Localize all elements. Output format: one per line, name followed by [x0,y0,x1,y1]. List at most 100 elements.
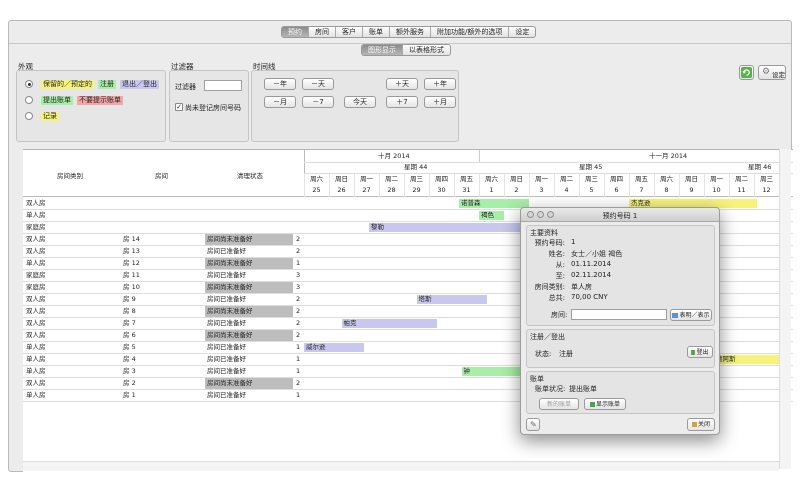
dialog-titlebar[interactable]: 预约号码 1 [521,208,719,222]
day-divider [604,174,605,197]
row-cleaning-status: 房间尚未准备好 [205,258,293,269]
booking-bar[interactable]: 塔斯 [416,295,487,304]
booking-bar[interactable]: 黎勒 [369,223,529,232]
tab-0[interactable]: 预约 [282,27,309,37]
gear-icon: ⚙ [762,67,771,77]
timeline-btn-r2-0[interactable]: －月 [264,96,296,108]
show-room-button[interactable]: 表明／表示 [670,309,712,321]
row-capacity: 2 [296,319,301,327]
weekday-label: 周日 [510,175,523,183]
show-bill-button[interactable]: 显示账单 [584,398,626,410]
weekday-label: 周三 [760,175,773,183]
row-room: 房 2 [123,379,136,387]
vertical-scrollbar[interactable] [779,149,791,469]
timeline-btn-r1-0[interactable]: －年 [264,78,296,90]
dialog-field-label: 至: [555,272,565,280]
tab-1[interactable]: 房间 [309,27,336,37]
booking-bar[interactable]: 德阿斯 [714,355,779,364]
settings-button[interactable]: ⚙ 设定 [758,65,786,80]
weekday-label: 周四 [435,175,448,183]
appearance-radio-1[interactable] [25,96,33,104]
row-room: 房 3 [123,367,136,375]
room-field-input[interactable] [571,309,667,320]
door-close-icon [691,421,697,427]
row-cleaning-status: 房间已准备好 [207,319,246,327]
weekday-label: 周六 [310,175,323,183]
date-label: 28 [387,186,396,194]
day-divider [404,174,405,197]
weekday-label: 周五 [460,175,473,183]
refresh-icon [741,67,752,78]
row-room-type: 单人房 [26,355,46,363]
weekday-label: 周四 [610,175,623,183]
day-divider [654,174,655,197]
date-label: 11 [737,186,746,194]
new-bill-button[interactable]: 新的账单 [539,398,579,410]
appearance-tag-0-1: 注册 [98,80,116,89]
tab-3[interactable]: 账单 [363,27,390,37]
row-room-type: 家庭房 [26,223,46,231]
show-bill-label: 显示账单 [595,401,620,408]
date-label: 27 [362,186,371,194]
view-option-0[interactable]: 图形显示 [362,45,403,55]
date-label: 5 [589,186,594,194]
row-room: 房 7 [123,319,136,327]
edit-button[interactable]: ✎ [526,418,540,431]
timeline-btn-r2-3[interactable]: ＋7 [386,96,418,108]
date-label: 6 [614,186,619,194]
row-room-type: 双人房 [26,319,46,327]
row-cleaning-status: 房间尚未准备好 [205,306,293,317]
timeline-btn-r2-4[interactable]: ＋月 [424,96,456,108]
tab-6[interactable]: 设定 [509,27,535,37]
weekday-label: 周日 [335,175,348,183]
dialog-field-value: 01.11.2014 [571,260,612,268]
bill-section: 账单 账单状况: 提出账单 新的账单 显示账单 [526,371,715,414]
day-divider [729,174,730,197]
booking-bar[interactable]: 帕克 [341,319,437,328]
timeline-btn-r1-2[interactable]: ＋天 [386,78,418,90]
booking-bar[interactable]: 威尔逊 [304,343,364,352]
row-room: 房 9 [123,295,136,303]
month-label-1: 十一月 2014 [649,152,688,160]
tab-2[interactable]: 客户 [336,27,363,37]
week-label-0: 星期 44 [404,163,428,171]
header-room: 房间 [155,172,168,180]
row-room: 房 1 [123,391,136,399]
close-dialog-button[interactable]: 关闭 [687,418,715,431]
row-cleaning-status: 房间已准备好 [207,343,246,351]
appearance-radio-0[interactable] [25,80,33,88]
timeline-btn-r2-1[interactable]: －7 [302,96,334,108]
timeline-btn-r2-2[interactable]: 今天 [344,96,376,108]
refresh-button[interactable] [739,65,754,80]
booking-bar[interactable]: 褐色 [479,211,504,220]
day-divider [479,174,480,197]
timeline-btn-r1-3[interactable]: ＋年 [424,78,456,90]
row-capacity: 2 [296,247,301,255]
tab-5[interactable]: 附加功能/额外的选项 [431,27,510,37]
horizontal-scrollbar[interactable] [23,461,779,471]
settings-label: 设定 [772,71,785,79]
row-room-type: 双人房 [26,331,46,339]
day-divider [704,174,705,197]
booking-bar[interactable]: 诺普森 [459,199,529,208]
view-option-1[interactable]: 以表格形式 [403,45,450,55]
row-room-type: 单人房 [26,211,46,219]
timeline-btn-r1-1[interactable]: －天 [302,78,334,90]
row-room-type: 双人房 [26,307,46,315]
row-cleaning-status: 房间尚未准备好 [205,378,293,389]
tab-4[interactable]: 额外服务 [390,27,431,37]
appearance-radio-2[interactable] [25,112,33,120]
checkout-button[interactable]: 登出 [687,346,713,358]
dialog-field-label: 总共: [548,294,565,302]
status-value: 注册 [559,350,573,358]
day-divider [429,174,430,197]
dialog-field-value: 女士／小姐 褐色 [571,250,623,258]
unassigned-room-checkbox[interactable]: ✓ [175,103,183,111]
row-room-type: 家庭房 [26,271,46,279]
day-divider [629,174,630,197]
row-capacity: 1 [296,391,301,399]
filter-input[interactable] [204,80,242,91]
row-room-type: 单人房 [26,343,46,351]
date-label: 4 [564,186,569,194]
day-divider [354,174,355,197]
